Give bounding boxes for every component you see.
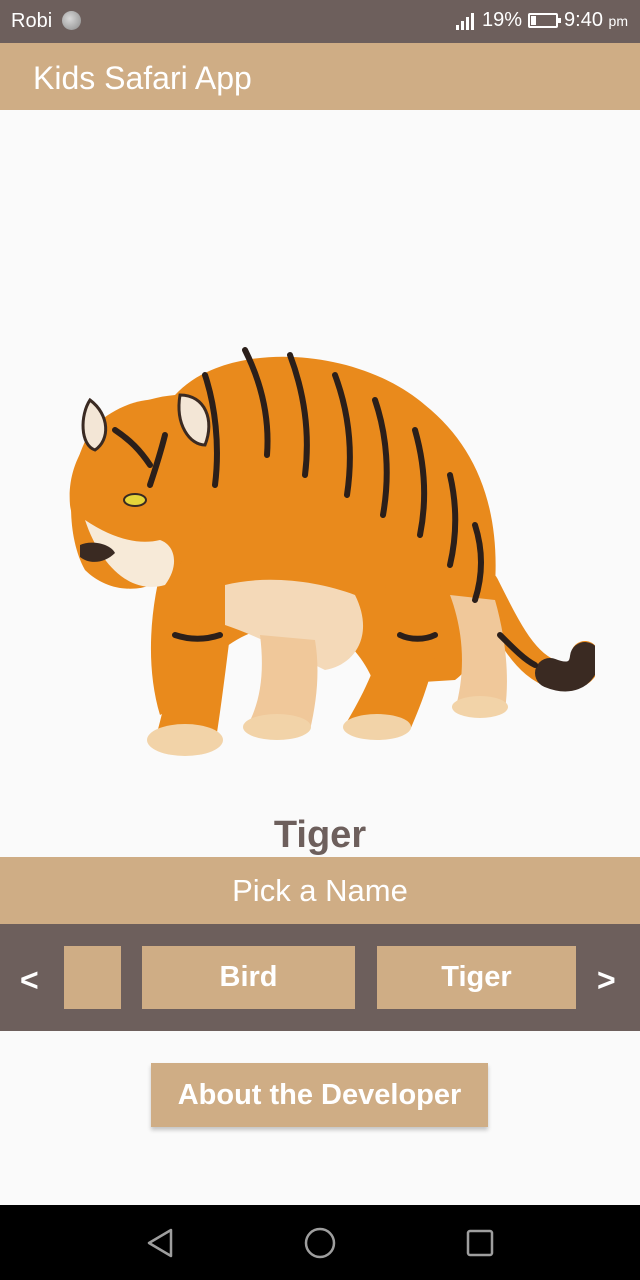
status-right: 19% 9:40 pm — [456, 9, 628, 32]
clock-time: 9:40 — [564, 9, 603, 31]
previous-arrow-button[interactable]: < — [20, 962, 39, 999]
back-triangle-icon[interactable] — [100, 1205, 220, 1280]
signal-icon — [456, 12, 475, 30]
tiger-illustration — [69, 347, 595, 756]
clock: 9:40 pm — [564, 9, 628, 32]
status-bar: Robi 19% 9:40 pm — [0, 0, 640, 43]
carrier-name: Robi — [11, 10, 53, 32]
home-circle-icon[interactable] — [260, 1205, 380, 1280]
animal-name-label: Tiger — [273, 814, 367, 856]
animal-display: Tiger — [0, 110, 640, 857]
carrier-indicator-icon — [62, 11, 81, 30]
battery-percent: 19% — [482, 9, 523, 31]
clock-ampm: pm — [608, 13, 628, 29]
about-developer-button[interactable]: About the Developer — [151, 1063, 488, 1127]
name-option-button[interactable]: Tiger — [377, 946, 576, 1009]
app-title: Kids Safari App — [33, 60, 252, 96]
system-nav-bar — [0, 1205, 640, 1280]
app-bar: Kids Safari App — [0, 43, 640, 110]
name-option-button[interactable]: Bird — [142, 946, 355, 1009]
battery-icon — [528, 13, 562, 28]
name-choice-bar: < Bird Tiger > — [0, 924, 640, 1031]
next-arrow-button[interactable]: > — [597, 962, 616, 999]
name-option-button[interactable] — [64, 946, 121, 1009]
pick-name-header: Pick a Name — [0, 857, 640, 924]
recents-square-icon[interactable] — [420, 1205, 540, 1280]
